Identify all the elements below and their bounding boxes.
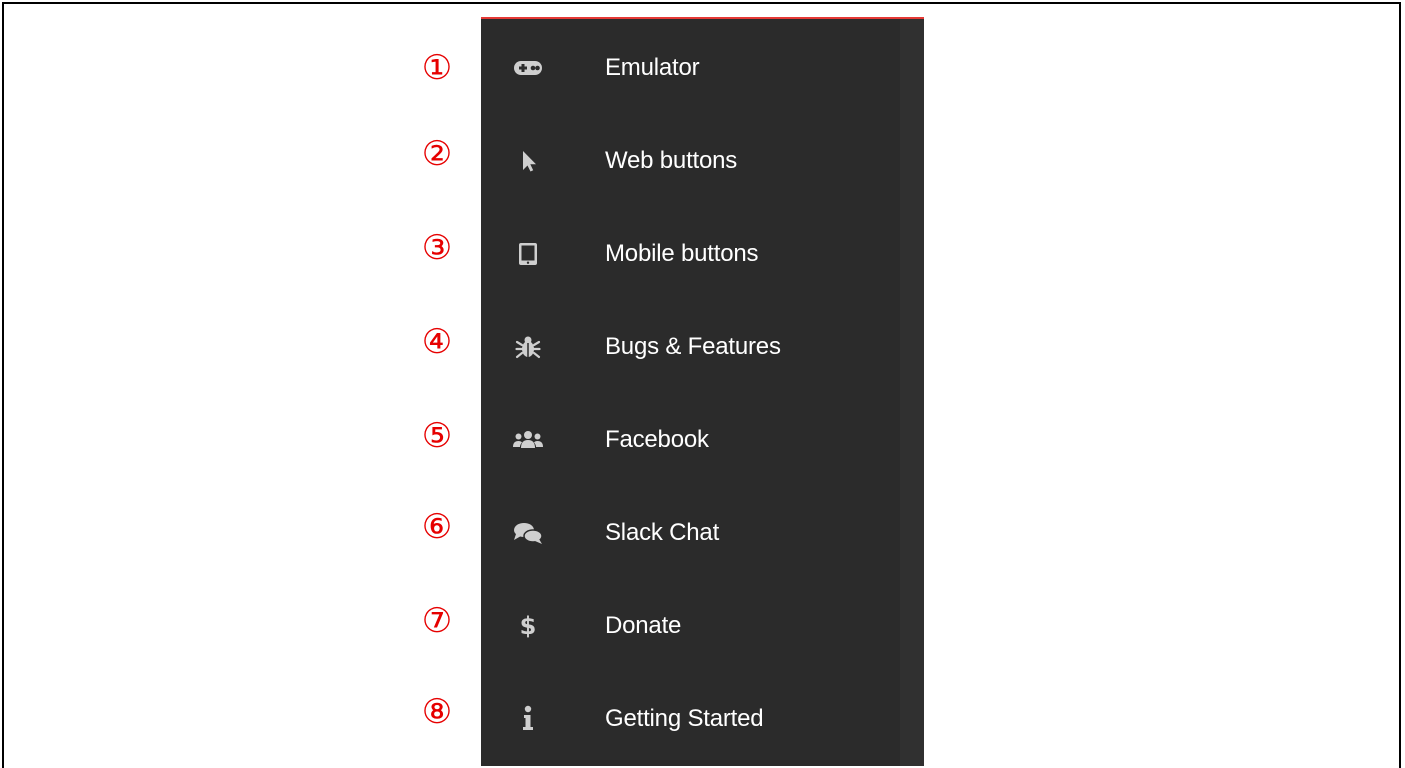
callout-3: ③: [421, 228, 453, 268]
menu-item-web-buttons[interactable]: Web buttons: [481, 114, 899, 208]
svg-text:$: $: [520, 612, 537, 640]
menu-item-facebook[interactable]: Facebook: [481, 393, 899, 487]
sidebar-menu: Emulator Web buttons Mobile buttons Bugs…: [481, 17, 924, 766]
callout-1: ①: [421, 48, 453, 88]
menu-item-mobile-buttons[interactable]: Mobile buttons: [481, 207, 899, 301]
users-icon: [511, 423, 545, 457]
menu-item-label: Slack Chat: [605, 519, 720, 546]
menu-item-label: Bugs & Features: [605, 333, 781, 360]
menu-item-label: Mobile buttons: [605, 240, 759, 267]
bug-icon: [511, 330, 545, 364]
menu-item-label: Getting Started: [605, 705, 764, 732]
dollar-icon: $: [511, 609, 545, 643]
callout-8: ⑧: [421, 692, 453, 732]
callout-4: ④: [421, 322, 453, 362]
menu-item-label: Emulator: [605, 54, 700, 81]
panel-edge: [900, 19, 924, 766]
callout-5: ⑤: [421, 416, 453, 456]
menu-item-slack-chat[interactable]: Slack Chat: [481, 486, 899, 580]
menu-item-label: Donate: [605, 612, 682, 639]
callout-7: ⑦: [421, 601, 453, 641]
menu-item-label: Web buttons: [605, 147, 738, 174]
info-icon: [511, 702, 545, 736]
menu-item-bugs-features[interactable]: Bugs & Features: [481, 300, 899, 394]
callout-6: ⑥: [421, 507, 453, 547]
top-accent-bar: [481, 17, 924, 19]
tablet-icon: [511, 237, 545, 271]
menu-item-getting-started[interactable]: Getting Started: [481, 672, 899, 766]
gamepad-icon: [511, 51, 545, 85]
mouse-pointer-icon: [511, 144, 545, 178]
chat-bubbles-icon: [511, 516, 545, 550]
menu-item-label: Facebook: [605, 426, 709, 453]
menu-item-emulator[interactable]: Emulator: [481, 21, 899, 115]
menu-item-donate[interactable]: $ Donate: [481, 579, 899, 673]
callout-2: ②: [421, 134, 453, 174]
